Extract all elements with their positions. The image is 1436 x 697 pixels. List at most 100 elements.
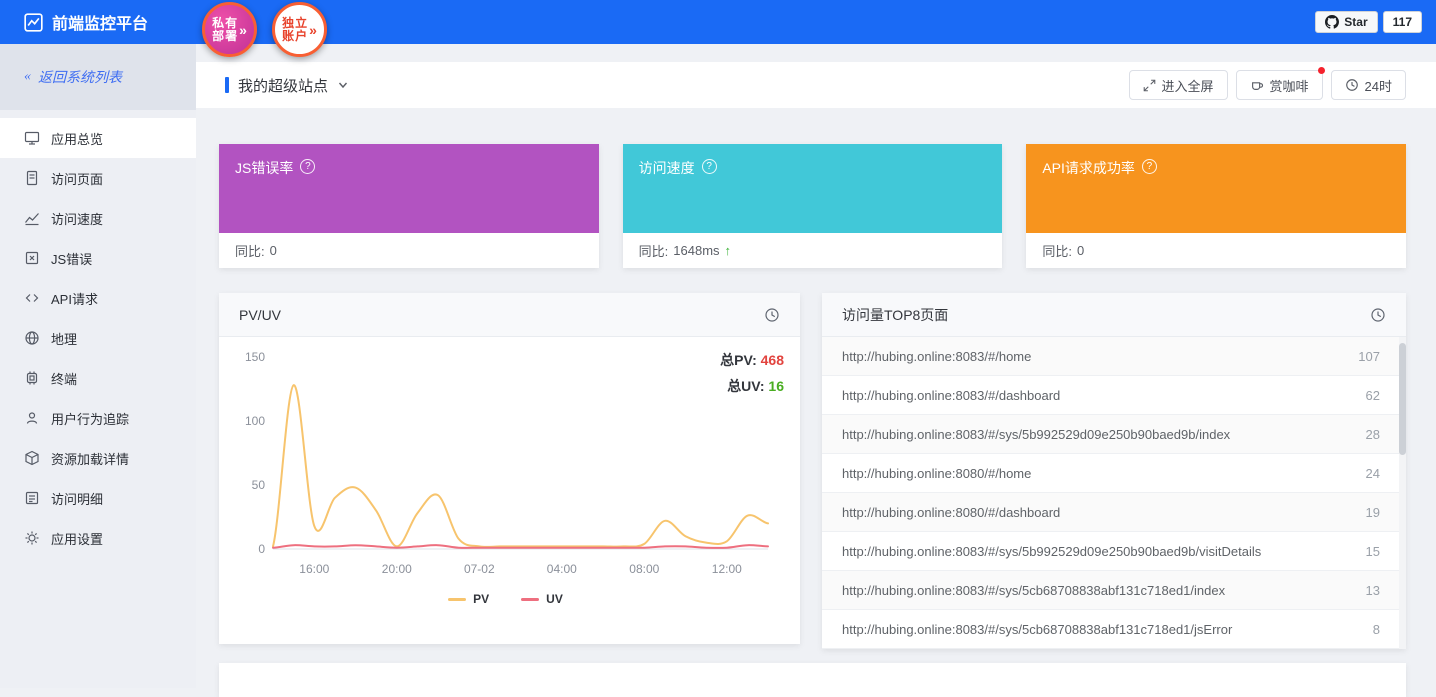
coffee-icon [1250,78,1264,92]
sidebar-item-geography[interactable]: 地理 [0,318,196,358]
total-uv-label: 总UV: [727,378,765,394]
sidebar-item-terminals[interactable]: 终端 [0,358,196,398]
page-url[interactable]: http://hubing.online:8083/#/sys/5b992529… [842,427,1230,442]
svg-text:07-02: 07-02 [464,562,495,576]
github-star-button[interactable]: Star [1315,11,1378,33]
device-chip-icon [24,370,40,386]
github-star-widget: Star 117 [1315,11,1422,33]
site-selector[interactable]: 我的超级站点 [225,75,349,96]
sidebar-item-js-errors[interactable]: JS错误 [0,238,196,278]
private-deploy-badge[interactable]: 私有 部署 » [202,2,257,57]
visit-speed-compare: 同比: 1648ms ↑ [623,233,1003,268]
card-title: API请求成功率 [1042,160,1135,176]
clock-icon[interactable] [1370,307,1386,323]
content: JS错误率 ? 同比: 0 访问速度 ? 同比: 1648ms ↑ API请求成… [196,144,1436,697]
back-to-system-list[interactable]: « 返回系统列表 [0,44,196,110]
independent-account-badge-text: 独立 账户 [282,15,309,43]
sidebar-item-label: 访问速度 [51,211,104,227]
clock-icon [1345,78,1359,92]
pvuv-card: PV/UV 总PV: 468 总UV: 16 0 50 100 150 16:00 20:… [219,293,800,644]
api-success-rate-compare: 同比: 0 [1026,233,1406,268]
legend-label: PV [473,592,490,606]
pvuv-title: PV/UV [239,306,282,323]
scrollbar-track[interactable] [1399,337,1406,649]
page-url[interactable]: http://hubing.online:8083/#/sys/5cb68708… [842,583,1225,598]
svg-text:16:00: 16:00 [299,562,329,576]
table-row: http://hubing.online:8083/#/sys/5cb68708… [822,571,1406,610]
pvuv-legend: PV UV [225,592,786,606]
page-count: 62 [1365,387,1380,403]
page-url[interactable]: http://hubing.online:8083/#/dashboard [842,388,1060,403]
compare-value: 0 [269,243,277,258]
sidebar-item-visit-details[interactable]: 访问明细 [0,478,196,518]
top8-rows: http://hubing.online:8083/#/home 107 htt… [822,337,1406,649]
independent-account-badge[interactable]: 独立 账户 » [272,2,327,57]
scrollbar-thumb[interactable] [1399,343,1406,455]
line-chart-logo-icon [24,12,43,32]
visit-speed-card: 访问速度 ? 同比: 1648ms ↑ [622,144,1003,268]
api-success-rate-card-header: API请求成功率 ? [1026,144,1407,233]
globe-icon [24,330,40,346]
help-icon[interactable]: ? [300,159,316,174]
js-error-rate-card-header: JS错误率 ? [219,144,599,233]
page-count: 8 [1372,621,1380,637]
legend-label: UV [546,592,563,606]
sidebar-item-app-settings[interactable]: 应用设置 [0,518,196,558]
sidebar-item-user-behavior[interactable]: 用户行为追踪 [0,398,196,438]
legend-item-uv[interactable]: UV [521,592,563,606]
page-url[interactable]: http://hubing.online:8083/#/sys/5b992529… [842,544,1261,559]
pvuv-line-chart: 0 50 100 150 16:00 20:00 07-02 04:00 08:00 12:00 [245,350,769,576]
help-icon[interactable]: ? [1141,159,1157,174]
clock-icon[interactable] [764,307,780,323]
uv-legend-dash-icon [521,597,540,601]
js-error-icon [24,250,40,266]
compare-value: 0 [1076,243,1085,258]
user-track-icon [24,410,40,426]
sidebar-item-visit-speed[interactable]: 访问速度 [0,198,196,238]
sidebar-item-app-overview[interactable]: 应用总览 [0,118,196,158]
back-label: 返回系统列表 [38,71,122,86]
svg-text:20:00: 20:00 [382,562,412,576]
api-code-icon [24,290,40,306]
js-error-rate-card: JS错误率 ? 同比: 0 [219,144,599,268]
page-count: 13 [1365,582,1380,598]
page-url[interactable]: http://hubing.online:8080/#/home [842,466,1031,481]
svg-text:100: 100 [245,414,265,428]
api-success-rate-card: API请求成功率 ? 同比: 0 [1026,144,1407,268]
double-arrow-icon: » [309,21,317,38]
fullscreen-button[interactable]: 进入全屏 [1128,70,1228,100]
back-arrows-icon: « [24,69,31,84]
top8-card-header: 访问量TOP8页面 [822,293,1406,337]
help-icon[interactable]: ? [701,159,717,174]
table-row: http://hubing.online:8083/#/sys/5cb68708… [822,610,1406,649]
top8-pages-card: 访问量TOP8页面 http://hubing.online:8083/#/ho… [822,293,1406,649]
donate-coffee-button-label: 赏咖啡 [1269,78,1309,94]
page-url[interactable]: http://hubing.online:8083/#/sys/5cb68708… [842,622,1232,637]
time-range-button[interactable]: 24时 [1330,70,1406,100]
js-error-rate-compare: 同比: 0 [219,233,599,268]
page-header: 我的超级站点 进入全屏 赏咖啡 24时 [196,62,1436,108]
page-url[interactable]: http://hubing.online:8080/#/dashboard [842,505,1060,520]
legend-item-pv[interactable]: PV [448,592,489,606]
github-star-count[interactable]: 117 [1382,11,1422,33]
speed-chart-icon [24,210,40,226]
donate-coffee-button[interactable]: 赏咖啡 [1235,67,1325,100]
page-count: 19 [1365,504,1380,520]
sidebar-item-label: 应用设置 [51,531,104,547]
settings-gear-icon [24,530,40,546]
sidebar-item-label: 访问页面 [51,171,104,187]
sidebar-item-visit-pages[interactable]: 访问页面 [0,158,196,198]
pv-legend-dash-icon [448,597,467,601]
pvuv-totals: 总PV: 468 总UV: 16 [720,347,784,399]
github-icon [1325,15,1340,29]
sidebar: « 返回系统列表 应用总览 访问页面 访问速度 JS错误 API请求 地理 终端… [0,44,196,688]
sidebar-item-label: 访问明细 [51,491,104,507]
resource-cube-icon [24,450,40,466]
sidebar-item-label: API请求 [51,291,98,307]
page-url[interactable]: http://hubing.online:8083/#/home [842,349,1031,364]
sidebar-item-api-requests[interactable]: API请求 [0,278,196,318]
svg-text:08:00: 08:00 [629,562,659,576]
sidebar-item-resource-loading[interactable]: 资源加载详情 [0,438,196,478]
sidebar-item-label: 用户行为追踪 [51,411,130,427]
table-row: http://hubing.online:8080/#/home 24 [822,454,1406,493]
